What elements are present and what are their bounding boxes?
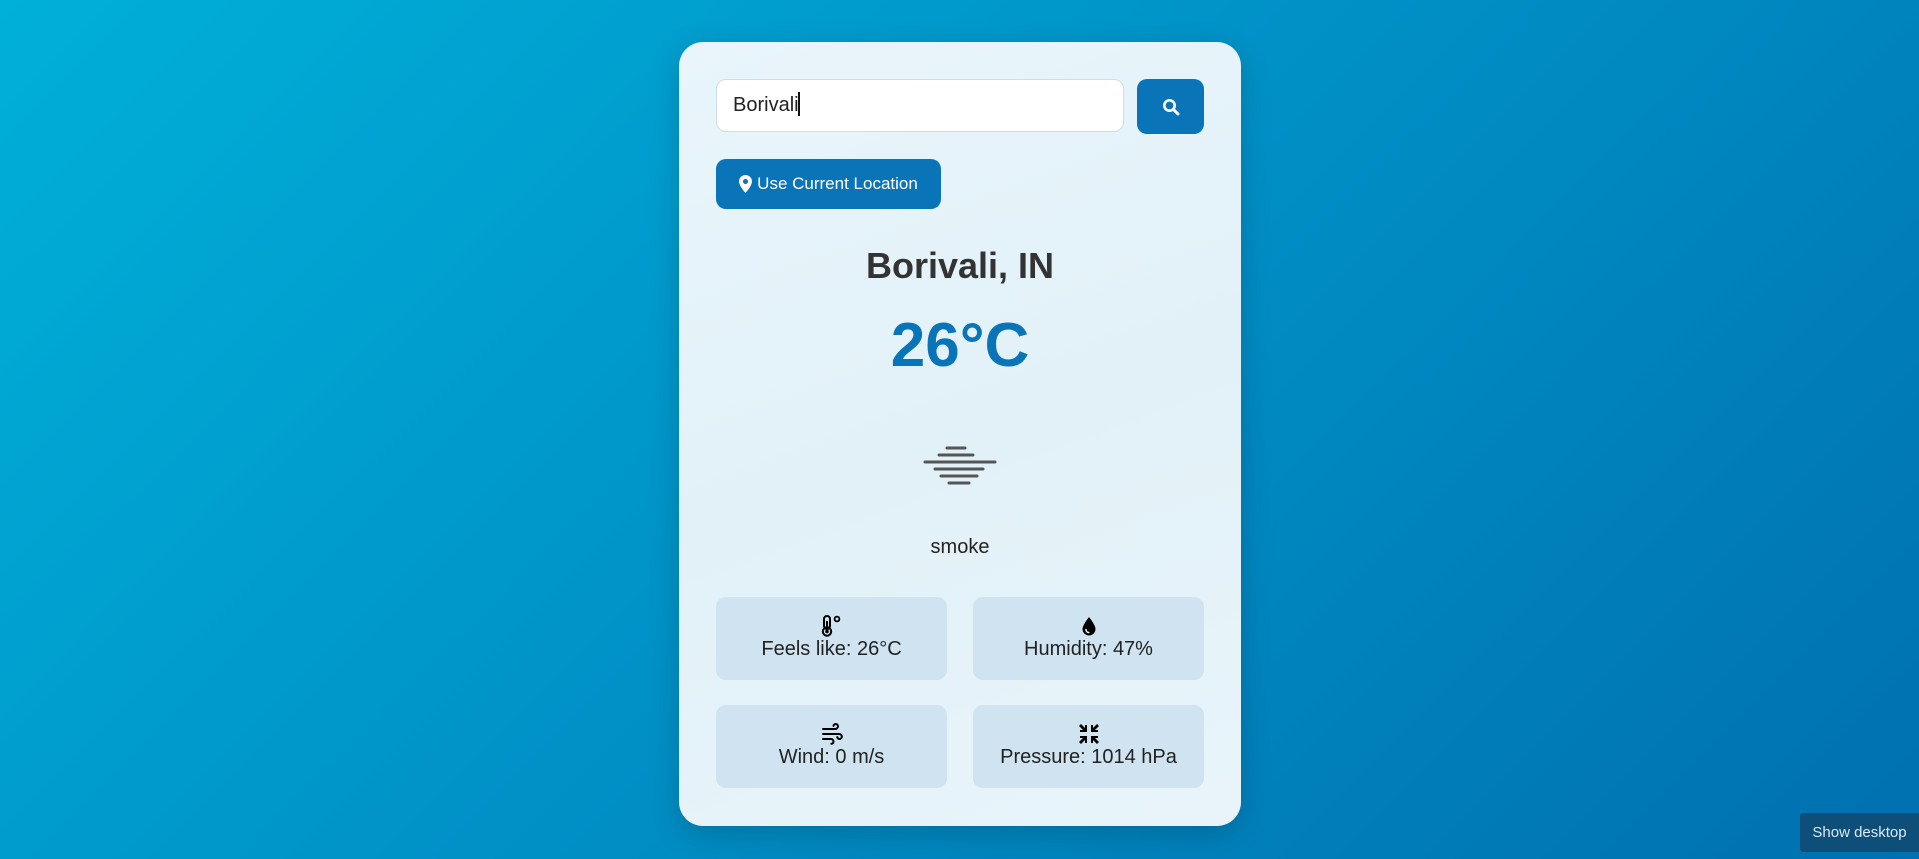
text-caret xyxy=(798,92,800,116)
weather-card: Use Current Location Borivali, IN 26°C s… xyxy=(679,42,1241,826)
map-marker-icon xyxy=(739,175,753,193)
temperature: 26°C xyxy=(890,311,1030,380)
city-name: Borivali, IN xyxy=(865,245,1055,286)
wind-card: Wind: 0 m/s xyxy=(716,705,947,788)
humidity-label: Humidity: 47% xyxy=(1024,638,1153,660)
pressure-card: Pressure: 1014 hPa xyxy=(973,705,1204,788)
show-desktop-button[interactable]: Show desktop xyxy=(1800,813,1919,852)
city-search-input[interactable] xyxy=(716,79,1124,132)
search-row xyxy=(716,79,1204,134)
feels-like-label: Feels like: 26°C xyxy=(761,638,902,660)
thermometer-icon xyxy=(821,615,840,637)
smoke-haze-icon xyxy=(923,446,997,485)
use-current-location-button[interactable]: Use Current Location xyxy=(716,159,941,209)
wind-label: Wind: 0 m/s xyxy=(778,746,885,768)
location-button-label: Use Current Location xyxy=(757,174,918,193)
water-drop-icon xyxy=(1082,617,1095,636)
pressure-label: Pressure: 1014 hPa xyxy=(1000,746,1177,768)
wind-icon xyxy=(821,723,843,745)
search-icon xyxy=(1162,98,1179,115)
feels-like-card: Feels like: 26°C xyxy=(716,597,947,680)
compress-icon xyxy=(1078,724,1099,744)
humidity-card: Humidity: 47% xyxy=(973,597,1204,680)
search-button[interactable] xyxy=(1137,79,1204,134)
weather-description: smoke xyxy=(930,536,990,558)
